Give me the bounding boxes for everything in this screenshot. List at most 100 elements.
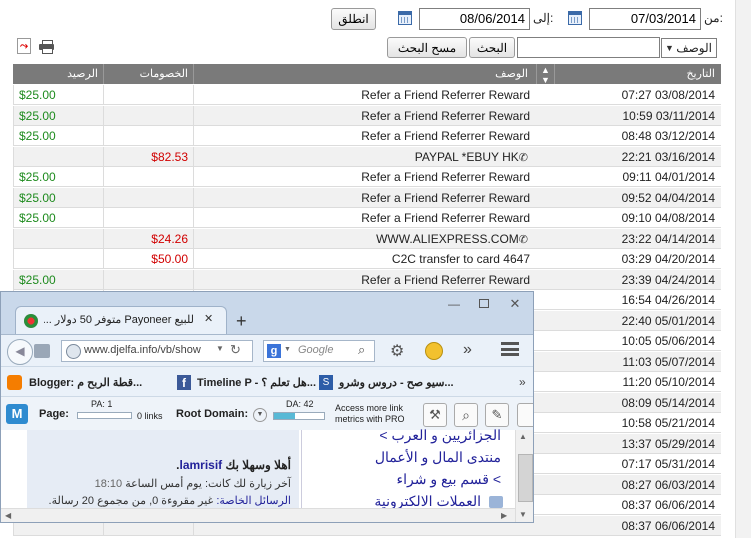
header-deductions[interactable]: الخصومات [103, 64, 193, 84]
bookmarks-overflow-icon[interactable]: » [519, 375, 526, 389]
gear-icon[interactable]: ⚙ [390, 341, 404, 361]
description-text: Refer a Friend Referrer Reward [361, 129, 530, 143]
table-row[interactable]: $50.00 C2C transfer to card 4647 03:29 04/… [13, 249, 721, 269]
dropdown-icon[interactable]: ▼ [216, 344, 224, 353]
from-label: من: [704, 11, 723, 25]
date-cell: 16:54 04/26/2014 [621, 293, 715, 307]
table-row[interactable]: $25.00 Refer a Friend Referrer Reward 09:5… [13, 187, 721, 208]
horizontal-scrollbar[interactable]: ◀ ▶ [1, 508, 515, 522]
new-tab-button[interactable]: + [236, 312, 247, 330]
moz-logo-icon[interactable]: M [6, 404, 28, 424]
reload-icon[interactable]: ↻ [230, 342, 241, 358]
moz-extra-button[interactable] [517, 403, 533, 427]
messages-value: غير مقروءة 0, من مجموع 20 رسالة. [48, 495, 214, 507]
blogger-icon [7, 375, 22, 390]
pencil-icon[interactable]: ✎ [485, 403, 509, 427]
addon-icon[interactable] [425, 342, 443, 360]
deduction-cell [103, 167, 193, 186]
url-text: www.djelfa.info/vb/show [84, 344, 201, 356]
username-link[interactable]: lamrisif [179, 458, 222, 472]
browser-tab[interactable]: للبيع Payoneer متوفر 50 دولار ... ✕ [15, 306, 227, 334]
bookmark-2[interactable]: Timeline P - هل تعلم ؟... [197, 376, 316, 389]
messages-label[interactable]: الرسائل الخاصة: [216, 495, 291, 507]
header-balance[interactable]: الرصيد [13, 64, 103, 84]
sort-icon[interactable]: ▲ ▼ [536, 64, 554, 85]
browser-content: أهلا وسهلا بك lamrisif. آخر زيارة لك كان… [1, 427, 533, 522]
print-icon[interactable] [39, 40, 54, 54]
description-text: Refer a Friend Referrer Reward [361, 211, 530, 225]
moz-pa-bar [77, 412, 132, 419]
last-visit-line: آخر زيارة لك كانت: يوم أمس الساعة 18:10 [71, 477, 291, 490]
date-cell: 09:10 04/08/2014 [621, 211, 715, 225]
table-row[interactable]: $25.00 Refer a Friend Referrer Reward 07:2… [13, 85, 721, 105]
bookmark-3[interactable]: سيو صح - دروس وشرو... [339, 376, 454, 389]
description-text: Refer a Friend Referrer Reward [361, 272, 530, 287]
forward-icon[interactable] [34, 344, 50, 358]
moz-pro-text-2[interactable]: metrics with PRO [335, 414, 405, 424]
moz-pro-text-1[interactable]: Access more link [335, 403, 403, 413]
pdf-icon[interactable]: ⤳ [17, 38, 31, 54]
moz-root-domain-label: Root Domain: [176, 408, 249, 420]
balance-cell: $25.00 [13, 85, 103, 104]
restore-icon[interactable] [473, 295, 495, 313]
from-calendar-icon[interactable] [568, 11, 582, 25]
close-icon[interactable]: ✕ [504, 295, 526, 313]
table-row[interactable]: $25.00 Refer a Friend Referrer Reward 09:1… [13, 208, 721, 228]
header-description[interactable]: الوصف [193, 64, 536, 84]
date-cell: 11:20 05/10/2014 [622, 375, 715, 389]
go-button[interactable]: انطلق [331, 8, 376, 30]
table-row[interactable]: $25.00 Refer a Friend Referrer Reward 08:4… [13, 126, 721, 146]
bookmarks-bar: Blogger: قطة الربح م... f Timeline P - ه… [1, 366, 533, 397]
breadcrumb-2[interactable]: منتدى المال و الأعمال [301, 449, 501, 466]
vertical-scrollbar[interactable]: ▲ ▼ [515, 430, 533, 522]
to-calendar-icon[interactable] [398, 11, 412, 25]
description-cell: Refer a Friend Referrer Reward [193, 167, 536, 186]
table-row[interactable]: $24.26 WWW.ALIEXPRESS.COM✆ 23:22 04/14/201… [13, 228, 721, 249]
table-row[interactable]: $25.00 Refer a Friend Referrer Reward 10:5… [13, 105, 721, 126]
table-row[interactable]: $82.53 PAYPAL *EBUY HK✆ 22:21 03/16/2014 [13, 146, 721, 167]
search-box[interactable]: g ▼ Google ⌕ [263, 340, 375, 362]
table-row[interactable]: $25.00 Refer a Friend Referrer Reward 23:3… [13, 269, 721, 290]
minimize-icon[interactable]: — [443, 295, 465, 313]
last-visit-time: 18:10 [94, 478, 123, 490]
deduction-cell: $24.26 [103, 228, 193, 248]
back-button[interactable]: ◀ [7, 339, 33, 365]
to-date-field[interactable]: 08/06/2014 [419, 8, 530, 30]
search-button[interactable]: البحث [469, 37, 515, 58]
phone-icon: ✆ [518, 151, 528, 164]
page-scrollbar[interactable] [735, 0, 751, 538]
overflow-icon[interactable]: » [463, 341, 472, 359]
menu-icon[interactable] [501, 342, 519, 356]
browser-tabstrip: — ✕ للبيع Payoneer متوفر 50 دولار ... ✕ … [1, 292, 533, 334]
description-cell: WWW.ALIEXPRESS.COM✆ [193, 228, 536, 248]
date-cell: 08:37 06/06/2014 [621, 518, 715, 533]
table-header: الرصيد الخصومات الوصف ▲ ▼ التاريخ [13, 64, 721, 85]
moz-search-icon[interactable]: ⌕ [454, 403, 478, 427]
moz-pa-label: PA: 1 [91, 399, 113, 409]
from-date-field[interactable]: 07/03/2014 [589, 8, 701, 30]
description-text: PAYPAL *EBUY HK [414, 149, 519, 164]
bookmark-1[interactable]: Blogger: قطة الربح م... [29, 376, 142, 389]
deduction-cell [103, 208, 193, 227]
deduction-cell: $50.00 [103, 249, 193, 268]
url-bar[interactable]: www.djelfa.info/vb/show ▼ ↻ [61, 340, 253, 362]
search-input[interactable] [517, 37, 660, 58]
magnifier-icon[interactable]: ⌕ [358, 342, 365, 358]
moz-domain-dropdown-icon[interactable]: ▼ [253, 408, 267, 422]
description-text: Refer a Friend Referrer Reward [361, 170, 530, 184]
clear-search-button[interactable]: مسح البحث [387, 37, 467, 58]
search-engine-dropdown-icon[interactable]: ▼ [284, 346, 291, 353]
description-cell: C2C transfer to card 4647 [193, 249, 536, 268]
header-date[interactable]: التاريخ [554, 64, 721, 84]
tab-close-icon[interactable]: ✕ [204, 312, 213, 325]
messages-line: الرسائل الخاصة: غير مقروءة 0, من مجموع 2… [31, 494, 291, 507]
breadcrumb-1[interactable]: الجزائريين و العرب > [301, 427, 501, 444]
wrench-icon[interactable]: ⚒ [423, 403, 447, 427]
description-select[interactable]: الوصف ▼ [661, 38, 717, 58]
table-row[interactable]: $25.00 Refer a Friend Referrer Reward 09:1… [13, 167, 721, 187]
breadcrumb-3[interactable]: > قسم بيع و شراء [301, 471, 502, 488]
description-cell: Refer a Friend Referrer Reward [193, 105, 536, 125]
seo-icon: S [319, 375, 333, 390]
balance-cell: $25.00 [13, 105, 103, 125]
balance-cell [13, 228, 103, 248]
